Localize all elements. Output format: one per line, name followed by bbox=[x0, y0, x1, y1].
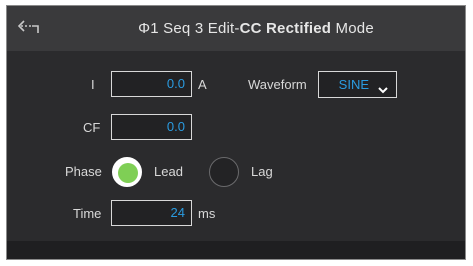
waveform-label: Waveform bbox=[248, 77, 307, 92]
header-bar: Φ1 Seq 3 Edit-CC Rectified Mode bbox=[7, 6, 465, 51]
phase-lag-label: Lag bbox=[251, 164, 273, 179]
waveform-value: SINE bbox=[338, 77, 369, 92]
waveform-select[interactable]: SINE bbox=[318, 71, 397, 98]
phase-lead-radio[interactable] bbox=[112, 157, 142, 187]
current-input[interactable]: 0.0 bbox=[111, 71, 192, 97]
current-label: I bbox=[91, 77, 95, 92]
phase-lead-label: Lead bbox=[154, 164, 183, 179]
cf-label: CF bbox=[83, 120, 101, 135]
radio-selected-dot bbox=[118, 163, 138, 183]
phase-lag-radio[interactable] bbox=[209, 157, 239, 187]
title-mode-bold: CC Rectified bbox=[239, 20, 332, 37]
settings-panel: I 0.0 A Waveform SINE CF 0.0 Phase Lead … bbox=[7, 51, 465, 241]
sequence-edit-window: Φ1 Seq 3 Edit-CC Rectified Mode I 0.0 A … bbox=[6, 5, 466, 260]
chevron-down-icon bbox=[377, 79, 389, 94]
time-unit: ms bbox=[198, 206, 216, 221]
time-input[interactable]: 24 bbox=[111, 200, 192, 226]
time-label: Time bbox=[73, 206, 102, 221]
title-prefix: Φ1 Seq 3 Edit- bbox=[138, 20, 240, 37]
page-title: Φ1 Seq 3 Edit-CC Rectified Mode bbox=[7, 6, 465, 51]
title-suffix: Mode bbox=[331, 20, 374, 37]
current-unit: A bbox=[198, 77, 207, 92]
phase-label: Phase bbox=[65, 164, 102, 179]
cf-input[interactable]: 0.0 bbox=[111, 114, 192, 140]
